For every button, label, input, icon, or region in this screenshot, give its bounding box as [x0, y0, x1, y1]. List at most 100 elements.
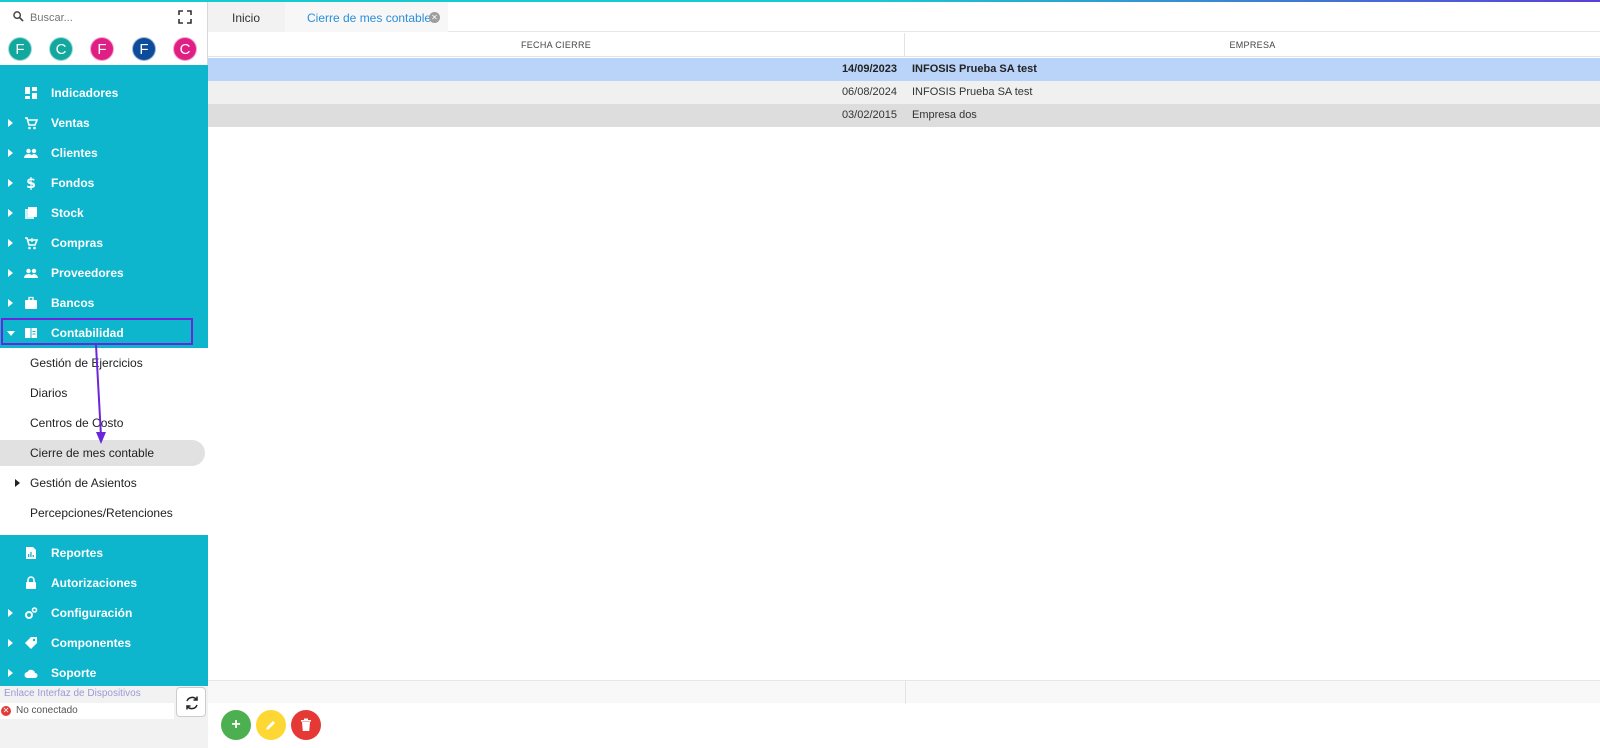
chevron-right-icon [8, 149, 13, 157]
menu-item-soporte[interactable]: Soporte [0, 658, 208, 688]
device-link-status: ✕ No conectado [0, 703, 174, 719]
cell-fecha: 06/08/2024 [841, 86, 897, 98]
cell-fecha: 03/02/2015 [841, 109, 897, 121]
gears-icon [25, 607, 38, 619]
dollar-icon: $ [26, 176, 36, 190]
lock-icon [26, 576, 36, 589]
refresh-icon [186, 696, 198, 710]
device-link-title: Enlace Interfaz de Dispositivos [4, 688, 141, 699]
menu-item-indicadores[interactable]: Indicadores [0, 78, 208, 108]
cell-fecha: 14/09/2023 [841, 63, 897, 75]
avatar[interactable]: F [90, 37, 114, 61]
edit-button[interactable] [256, 710, 286, 740]
tab-inicio[interactable]: Inicio [208, 2, 285, 32]
submenu-item-label: Gestión de Ejercicios [30, 356, 143, 370]
search-bar [0, 2, 208, 32]
chevron-right-icon [8, 669, 13, 677]
menu-item-label: Bancos [51, 296, 95, 310]
tab-label: Inicio [232, 11, 261, 25]
submenu-item-cierre-mes[interactable]: Cierre de mes contable [0, 440, 205, 466]
submenu-item-centros-costo[interactable]: Centros de Costo [0, 410, 208, 436]
menu-item-componentes[interactable]: Componentes [0, 628, 208, 658]
submenu-item-label: Percepciones/Retenciones [30, 506, 173, 520]
submenu-item-percepciones[interactable]: Percepciones/Retenciones [0, 500, 208, 526]
menu-item-label: Clientes [51, 146, 98, 160]
chevron-right-icon [15, 479, 20, 487]
chevron-right-icon [8, 119, 13, 127]
menu-item-autorizaciones[interactable]: Autorizaciones [0, 568, 208, 598]
fullscreen-icon[interactable] [178, 10, 192, 24]
sync-button[interactable] [176, 687, 206, 717]
submenu-item-label: Diarios [30, 386, 68, 400]
grid-header: FECHA CIERRE EMPRESA [208, 33, 1600, 57]
cart-icon [25, 117, 38, 130]
avatar[interactable]: F [8, 37, 32, 61]
close-icon[interactable]: ✕ [429, 12, 440, 23]
menu-item-reportes[interactable]: Reportes [0, 538, 208, 568]
menu-item-fondos[interactable]: $ Fondos [0, 168, 208, 198]
delete-button[interactable] [291, 710, 321, 740]
menu-item-ventas[interactable]: Ventas [0, 108, 208, 138]
avatar[interactable]: C [49, 37, 73, 61]
submenu-item-label: Cierre de mes contable [30, 446, 155, 460]
device-link-status-text: No conectado [16, 705, 78, 716]
menu-item-label: Stock [51, 206, 84, 220]
menu-item-proveedores[interactable]: Proveedores [0, 258, 208, 288]
table-row[interactable]: 03/02/2015 Empresa dos [208, 104, 1600, 127]
menu-item-label: Soporte [51, 666, 97, 680]
submenu-item-gestion-asientos[interactable]: Gestión de Asientos [0, 470, 208, 496]
menu-item-label: Autorizaciones [51, 576, 138, 590]
menu-item-label: Fondos [51, 176, 95, 190]
menu-item-clientes[interactable]: Clientes [0, 138, 208, 168]
menu-item-compras[interactable]: Compras [0, 228, 208, 258]
tag-icon [25, 637, 37, 649]
chevron-right-icon [8, 239, 13, 247]
trash-icon [301, 718, 311, 731]
people-icon [24, 268, 38, 278]
device-link-panel: Enlace Interfaz de Dispositivos ✕ No con… [0, 686, 208, 748]
tab-bar: Inicio Cierre de mes contable ✕ [208, 2, 1600, 32]
cell-empresa: INFOSIS Prueba SA test [912, 63, 1037, 75]
menu-item-bancos[interactable]: Bancos [0, 288, 208, 318]
search-input[interactable] [30, 8, 170, 28]
menu-item-label: Indicadores [51, 86, 119, 100]
grid-footer [208, 680, 1600, 704]
submenu-contabilidad: Gestión de Ejercicios Diarios Centros de… [0, 348, 208, 535]
people-icon [24, 148, 38, 158]
report-icon [26, 547, 36, 559]
pencil-icon [266, 721, 275, 730]
menu-item-label: Proveedores [51, 266, 124, 280]
chevron-right-icon [8, 299, 13, 307]
menu-item-label: Ventas [51, 116, 90, 130]
column-header-empresa[interactable]: EMPRESA [905, 33, 1600, 57]
cell-empresa: INFOSIS Prueba SA test [912, 86, 1033, 98]
table-row[interactable]: 06/08/2024 INFOSIS Prueba SA test [208, 81, 1600, 104]
submenu-item-diarios[interactable]: Diarios [0, 380, 208, 406]
main-menu: Indicadores Ventas Clientes $ Fondos Sto… [0, 65, 208, 686]
error-icon: ✕ [1, 706, 11, 716]
chevron-right-icon [8, 179, 13, 187]
add-button[interactable]: + [221, 710, 251, 740]
table-row[interactable]: 14/09/2023 INFOSIS Prueba SA test [208, 58, 1600, 81]
menu-item-stock[interactable]: Stock [0, 198, 208, 228]
sidebar: F C F F C Indicadores Ventas [0, 2, 208, 748]
chevron-right-icon [8, 639, 13, 647]
chevron-right-icon [8, 209, 13, 217]
avatar[interactable]: C [173, 37, 197, 61]
column-header-fecha[interactable]: FECHA CIERRE [208, 33, 905, 57]
chevron-right-icon [8, 269, 13, 277]
submenu-item-gestion-ejercicios[interactable]: Gestión de Ejercicios [0, 350, 208, 376]
menu-item-label: Reportes [51, 546, 104, 560]
submenu-item-label: Gestión de Asientos [30, 476, 137, 490]
menu-item-label: Compras [51, 236, 104, 250]
menu-item-configuracion[interactable]: Configuración [0, 598, 208, 628]
tab-cierre-mes-contable[interactable]: Cierre de mes contable ✕ [285, 2, 448, 32]
stack-icon [25, 207, 37, 219]
avatar[interactable]: F [132, 37, 156, 61]
search-icon [13, 11, 24, 22]
cart-add-icon [25, 237, 38, 250]
dashboard-icon [25, 87, 37, 99]
submenu-item-label: Centros de Costo [30, 416, 124, 430]
tab-label: Cierre de mes contable [307, 11, 432, 25]
menu-item-label: Configuración [51, 606, 133, 620]
